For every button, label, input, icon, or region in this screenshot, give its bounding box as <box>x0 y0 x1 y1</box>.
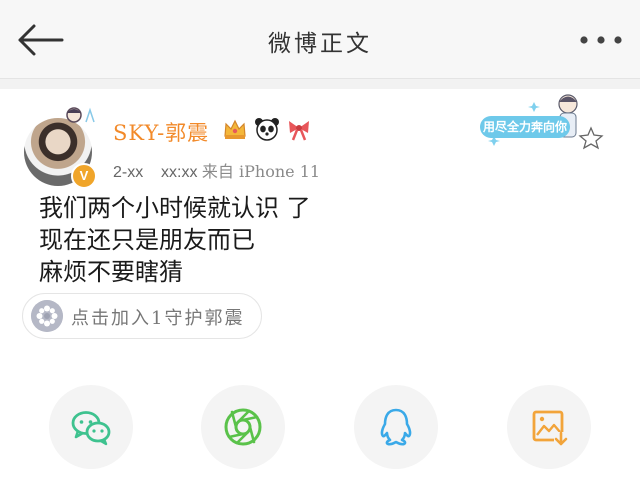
more-dots-icon <box>580 36 622 44</box>
flower-icon <box>31 300 63 332</box>
post-line: 现在还只是朋友而已 <box>39 226 255 254</box>
section-divider <box>0 79 640 89</box>
card-decoration-label: 用尽全力奔向你 <box>480 116 570 138</box>
save-image-icon <box>532 410 568 446</box>
post-content: 我们两个小时候就认识 了 现在还只是朋友而已 麻烦不要瞎猜 <box>39 192 311 288</box>
share-wechat-button[interactable] <box>49 385 133 469</box>
page-title: 微博正文 <box>268 31 372 57</box>
moments-shutter-icon <box>224 408 262 446</box>
share-moments-button[interactable] <box>201 385 285 469</box>
post-line: 麻烦不要瞎猜 <box>39 258 183 286</box>
post-date: 2-xx <box>113 164 144 181</box>
post-source: 来自 iPhone 11 <box>201 162 321 181</box>
join-guard-label: 点击加入1守护郭震 <box>71 308 245 329</box>
post-time: xx:xx <box>161 164 198 181</box>
more-button[interactable] <box>578 30 624 50</box>
username[interactable]: SKY-郭震 <box>113 117 209 147</box>
panda-badge-icon <box>255 118 279 141</box>
verified-badge: V <box>71 163 97 189</box>
bow-badge-icon <box>289 121 309 141</box>
join-guard-button[interactable]: 点击加入1守护郭震 <box>22 293 262 339</box>
post-meta: 2-xx xx:xx 来自 iPhone 11 <box>113 158 320 182</box>
post-line: 我们两个小时候就认识 了 <box>39 194 311 222</box>
crown-badge-icon <box>224 119 246 139</box>
qq-icon <box>380 408 412 446</box>
top-nav-bar: 微博正文 <box>0 0 640 79</box>
avatar-decoration-icon <box>66 107 95 123</box>
wechat-icon <box>71 411 111 446</box>
save-image-button[interactable] <box>507 385 591 469</box>
share-qq-button[interactable] <box>354 385 438 469</box>
